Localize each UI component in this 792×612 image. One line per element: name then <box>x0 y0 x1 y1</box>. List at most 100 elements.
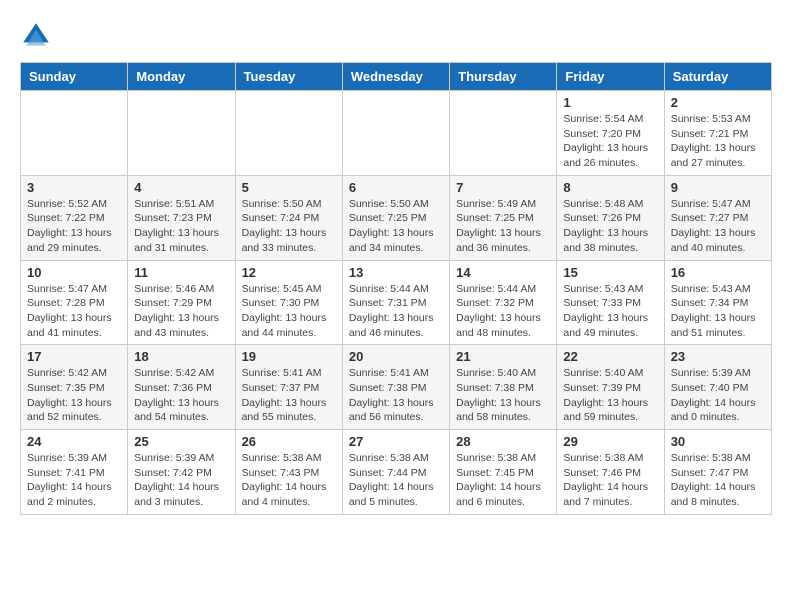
day-number: 13 <box>349 265 443 280</box>
calendar-cell: 23 Sunrise: 5:39 AM Sunset: 7:40 PM Dayli… <box>664 345 771 430</box>
calendar-cell: 17Sunrise: 5:42 AM Sunset: 7:35 PM Dayli… <box>21 345 128 430</box>
calendar-cell: 26 Sunrise: 5:38 AM Sunset: 7:43 PM Dayli… <box>235 430 342 515</box>
calendar-cell: 21 Sunrise: 5:40 AM Sunset: 7:38 PM Dayli… <box>450 345 557 430</box>
day-info: Sunrise: 5:48 AM Sunset: 7:26 PM Dayligh… <box>563 197 657 256</box>
day-number: 28 <box>456 434 550 449</box>
calendar-header-row: SundayMondayTuesdayWednesdayThursdayFrid… <box>21 63 772 91</box>
day-number: 8 <box>563 180 657 195</box>
calendar-cell: 9 Sunrise: 5:47 AM Sunset: 7:27 PM Daylig… <box>664 175 771 260</box>
calendar-cell: 12 Sunrise: 5:45 AM Sunset: 7:30 PM Dayli… <box>235 260 342 345</box>
calendar-cell: 2 Sunrise: 5:53 AM Sunset: 7:21 PM Daylig… <box>664 91 771 176</box>
day-number: 3 <box>27 180 121 195</box>
day-info: Sunrise: 5:38 AM Sunset: 7:43 PM Dayligh… <box>242 451 336 510</box>
day-number: 2 <box>671 95 765 110</box>
calendar-cell: 30 Sunrise: 5:38 AM Sunset: 7:47 PM Dayli… <box>664 430 771 515</box>
day-info: Sunrise: 5:46 AM Sunset: 7:29 PM Dayligh… <box>134 282 228 341</box>
day-info: Sunrise: 5:39 AM Sunset: 7:40 PM Dayligh… <box>671 366 765 425</box>
day-number: 24 <box>27 434 121 449</box>
day-number: 21 <box>456 349 550 364</box>
day-number: 17 <box>27 349 121 364</box>
day-number: 18 <box>134 349 228 364</box>
calendar-cell <box>342 91 449 176</box>
day-number: 7 <box>456 180 550 195</box>
day-number: 15 <box>563 265 657 280</box>
calendar-cell: 1 Sunrise: 5:54 AM Sunset: 7:20 PM Daylig… <box>557 91 664 176</box>
calendar-cell: 24 Sunrise: 5:39 AM Sunset: 7:41 PM Dayli… <box>21 430 128 515</box>
day-number: 26 <box>242 434 336 449</box>
day-info: Sunrise: 5:38 AM Sunset: 7:47 PM Dayligh… <box>671 451 765 510</box>
day-info: Sunrise: 5:39 AM Sunset: 7:42 PM Dayligh… <box>134 451 228 510</box>
day-info: Sunrise: 5:44 AM Sunset: 7:32 PM Dayligh… <box>456 282 550 341</box>
day-number: 9 <box>671 180 765 195</box>
calendar-header-monday: Monday <box>128 63 235 91</box>
calendar-cell: 28 Sunrise: 5:38 AM Sunset: 7:45 PM Dayli… <box>450 430 557 515</box>
day-number: 25 <box>134 434 228 449</box>
day-info: Sunrise: 5:40 AM Sunset: 7:39 PM Dayligh… <box>563 366 657 425</box>
day-info: Sunrise: 5:40 AM Sunset: 7:38 PM Dayligh… <box>456 366 550 425</box>
calendar-cell: 3 Sunrise: 5:52 AM Sunset: 7:22 PM Daylig… <box>21 175 128 260</box>
calendar-week-row: 17Sunrise: 5:42 AM Sunset: 7:35 PM Dayli… <box>21 345 772 430</box>
day-info: Sunrise: 5:52 AM Sunset: 7:22 PM Dayligh… <box>27 197 121 256</box>
calendar-header-saturday: Saturday <box>664 63 771 91</box>
day-info: Sunrise: 5:53 AM Sunset: 7:21 PM Dayligh… <box>671 112 765 171</box>
day-number: 5 <box>242 180 336 195</box>
day-number: 20 <box>349 349 443 364</box>
day-info: Sunrise: 5:47 AM Sunset: 7:28 PM Dayligh… <box>27 282 121 341</box>
day-number: 4 <box>134 180 228 195</box>
day-info: Sunrise: 5:41 AM Sunset: 7:37 PM Dayligh… <box>242 366 336 425</box>
calendar-table: SundayMondayTuesdayWednesdayThursdayFrid… <box>20 62 772 515</box>
calendar-cell: 18Sunrise: 5:42 AM Sunset: 7:36 PM Dayli… <box>128 345 235 430</box>
calendar-cell <box>21 91 128 176</box>
day-number: 19 <box>242 349 336 364</box>
day-number: 30 <box>671 434 765 449</box>
calendar-cell: 27Sunrise: 5:38 AM Sunset: 7:44 PM Dayli… <box>342 430 449 515</box>
calendar-week-row: 24 Sunrise: 5:39 AM Sunset: 7:41 PM Dayli… <box>21 430 772 515</box>
calendar-cell: 8 Sunrise: 5:48 AM Sunset: 7:26 PM Daylig… <box>557 175 664 260</box>
calendar-cell: 4 Sunrise: 5:51 AM Sunset: 7:23 PM Daylig… <box>128 175 235 260</box>
logo <box>20 20 56 52</box>
day-info: Sunrise: 5:43 AM Sunset: 7:34 PM Dayligh… <box>671 282 765 341</box>
calendar-cell: 29 Sunrise: 5:38 AM Sunset: 7:46 PM Dayli… <box>557 430 664 515</box>
calendar-cell: 22 Sunrise: 5:40 AM Sunset: 7:39 PM Dayli… <box>557 345 664 430</box>
day-info: Sunrise: 5:43 AM Sunset: 7:33 PM Dayligh… <box>563 282 657 341</box>
day-number: 16 <box>671 265 765 280</box>
day-info: Sunrise: 5:49 AM Sunset: 7:25 PM Dayligh… <box>456 197 550 256</box>
day-number: 12 <box>242 265 336 280</box>
calendar-cell: 5Sunrise: 5:50 AM Sunset: 7:24 PM Daylig… <box>235 175 342 260</box>
day-number: 11 <box>134 265 228 280</box>
calendar-week-row: 3 Sunrise: 5:52 AM Sunset: 7:22 PM Daylig… <box>21 175 772 260</box>
logo-icon <box>20 20 52 52</box>
calendar-cell: 19 Sunrise: 5:41 AM Sunset: 7:37 PM Dayli… <box>235 345 342 430</box>
day-info: Sunrise: 5:38 AM Sunset: 7:44 PM Dayligh… <box>349 451 443 510</box>
calendar-cell: 10 Sunrise: 5:47 AM Sunset: 7:28 PM Dayli… <box>21 260 128 345</box>
page-header <box>20 20 772 52</box>
calendar-header-thursday: Thursday <box>450 63 557 91</box>
day-info: Sunrise: 5:54 AM Sunset: 7:20 PM Dayligh… <box>563 112 657 171</box>
day-info: Sunrise: 5:50 AM Sunset: 7:25 PM Dayligh… <box>349 197 443 256</box>
calendar-cell <box>450 91 557 176</box>
calendar-header-sunday: Sunday <box>21 63 128 91</box>
calendar-cell: 7 Sunrise: 5:49 AM Sunset: 7:25 PM Daylig… <box>450 175 557 260</box>
day-number: 6 <box>349 180 443 195</box>
day-info: Sunrise: 5:39 AM Sunset: 7:41 PM Dayligh… <box>27 451 121 510</box>
day-number: 23 <box>671 349 765 364</box>
day-number: 10 <box>27 265 121 280</box>
day-info: Sunrise: 5:38 AM Sunset: 7:45 PM Dayligh… <box>456 451 550 510</box>
calendar-cell: 16 Sunrise: 5:43 AM Sunset: 7:34 PM Dayli… <box>664 260 771 345</box>
calendar-cell: 15 Sunrise: 5:43 AM Sunset: 7:33 PM Dayli… <box>557 260 664 345</box>
day-number: 22 <box>563 349 657 364</box>
day-number: 1 <box>563 95 657 110</box>
day-info: Sunrise: 5:47 AM Sunset: 7:27 PM Dayligh… <box>671 197 765 256</box>
day-info: Sunrise: 5:51 AM Sunset: 7:23 PM Dayligh… <box>134 197 228 256</box>
calendar-header-tuesday: Tuesday <box>235 63 342 91</box>
day-number: 29 <box>563 434 657 449</box>
calendar-header-friday: Friday <box>557 63 664 91</box>
calendar-header-wednesday: Wednesday <box>342 63 449 91</box>
day-info: Sunrise: 5:38 AM Sunset: 7:46 PM Dayligh… <box>563 451 657 510</box>
day-number: 14 <box>456 265 550 280</box>
calendar-cell: 20Sunrise: 5:41 AM Sunset: 7:38 PM Dayli… <box>342 345 449 430</box>
day-info: Sunrise: 5:45 AM Sunset: 7:30 PM Dayligh… <box>242 282 336 341</box>
calendar-cell <box>128 91 235 176</box>
calendar-cell: 6 Sunrise: 5:50 AM Sunset: 7:25 PM Daylig… <box>342 175 449 260</box>
calendar-cell: 13Sunrise: 5:44 AM Sunset: 7:31 PM Dayli… <box>342 260 449 345</box>
